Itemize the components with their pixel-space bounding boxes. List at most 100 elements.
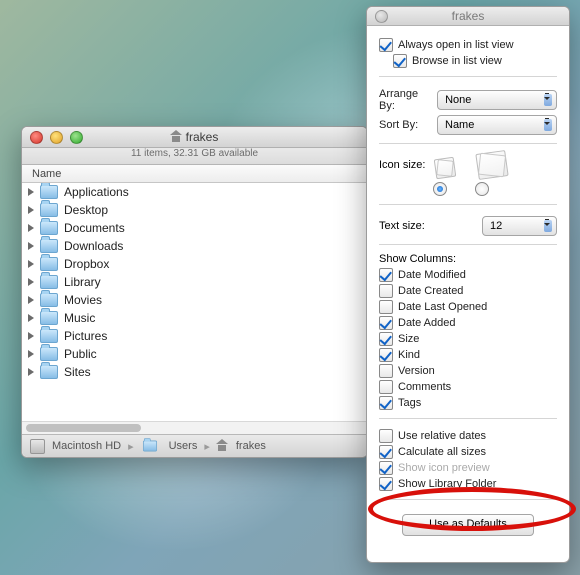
list-item[interactable]: Downloads: [22, 237, 367, 255]
disclosure-triangle-icon[interactable]: [28, 278, 34, 286]
column-tags-row[interactable]: Tags: [379, 396, 557, 410]
column-label: Date Modified: [398, 269, 466, 281]
checkbox-icon[interactable]: [379, 461, 393, 475]
folder-icon: [40, 203, 58, 217]
sort-by-popup[interactable]: Name: [437, 115, 557, 135]
checkbox-icon[interactable]: [379, 429, 393, 443]
relative-dates-row[interactable]: Use relative dates: [379, 429, 557, 443]
disclosure-triangle-icon[interactable]: [28, 314, 34, 322]
window-controls: [375, 10, 388, 23]
finder-status: 11 items, 32.31 GB available: [22, 148, 367, 165]
horizontal-scrollbar[interactable]: [22, 421, 367, 434]
path-bar[interactable]: Macintosh HD ▸ Users ▸ frakes: [22, 434, 367, 457]
item-label: Downloads: [64, 239, 123, 253]
folder-icon: [40, 311, 58, 325]
use-as-defaults-button[interactable]: Use as Defaults: [402, 514, 534, 536]
column-date-added-row[interactable]: Date Added: [379, 316, 557, 330]
checkbox-icon[interactable]: [393, 54, 407, 68]
show-icon-preview-row[interactable]: Show icon preview: [379, 461, 557, 475]
folder-icon: [40, 347, 58, 361]
disclosure-triangle-icon[interactable]: [28, 260, 34, 268]
folder-icon: [40, 221, 58, 235]
column-date-created-row[interactable]: Date Created: [379, 284, 557, 298]
list-item[interactable]: Library: [22, 273, 367, 291]
list-item[interactable]: Documents: [22, 219, 367, 237]
path-users[interactable]: Users: [169, 440, 198, 452]
show-columns-label: Show Columns:: [379, 253, 557, 265]
column-header-name[interactable]: Name: [22, 165, 367, 183]
checkbox-icon[interactable]: [379, 445, 393, 459]
item-label: Sites: [64, 365, 91, 379]
file-list: Applications Desktop Documents Downloads Dro…: [22, 183, 367, 421]
icon-size-large-radio[interactable]: [475, 182, 489, 196]
close-button[interactable]: [375, 10, 388, 23]
column-date-modified-row[interactable]: Date Modified: [379, 268, 557, 282]
item-label: Music: [64, 311, 95, 325]
list-item[interactable]: Music: [22, 309, 367, 327]
browse-row[interactable]: Browse in list view: [393, 54, 557, 68]
list-item[interactable]: Pictures: [22, 327, 367, 345]
scroll-thumb[interactable]: [26, 424, 141, 432]
finder-titlebar[interactable]: frakes: [22, 127, 367, 148]
icon-small-icon[interactable]: [435, 158, 455, 178]
text-size-popup[interactable]: 12: [482, 216, 557, 236]
inspector-title: frakes: [452, 9, 485, 23]
always-open-row[interactable]: Always open in list view: [379, 38, 557, 52]
disclosure-triangle-icon[interactable]: [28, 350, 34, 358]
checkbox-icon[interactable]: [379, 316, 393, 330]
list-item[interactable]: Applications: [22, 183, 367, 201]
checkbox-icon[interactable]: [379, 396, 393, 410]
item-label: Documents: [64, 221, 125, 235]
checkbox-icon[interactable]: [379, 380, 393, 394]
path-home[interactable]: frakes: [236, 440, 266, 452]
disclosure-triangle-icon[interactable]: [28, 332, 34, 340]
checkbox-icon[interactable]: [379, 364, 393, 378]
list-item[interactable]: Desktop: [22, 201, 367, 219]
column-date-last-opened-row[interactable]: Date Last Opened: [379, 300, 557, 314]
calculate-sizes-row[interactable]: Calculate all sizes: [379, 445, 557, 459]
checkbox-icon[interactable]: [379, 348, 393, 362]
disclosure-triangle-icon[interactable]: [28, 242, 34, 250]
disclosure-triangle-icon[interactable]: [28, 296, 34, 304]
checkbox-icon[interactable]: [379, 477, 393, 491]
checkbox-icon[interactable]: [379, 268, 393, 282]
zoom-button[interactable]: [70, 131, 83, 144]
column-label: Version: [398, 365, 435, 377]
list-item[interactable]: Dropbox: [22, 255, 367, 273]
list-item[interactable]: Public: [22, 345, 367, 363]
list-item[interactable]: Movies: [22, 291, 367, 309]
item-label: Applications: [64, 185, 129, 199]
icon-size-label: Icon size:: [379, 159, 425, 171]
column-comments-row[interactable]: Comments: [379, 380, 557, 394]
icon-large-icon[interactable]: [477, 152, 507, 178]
column-label: Date Created: [398, 285, 463, 297]
close-button[interactable]: [30, 131, 43, 144]
folder-icon: [40, 239, 58, 253]
finder-window: frakes 11 items, 32.31 GB available Name…: [21, 126, 368, 458]
arrange-by-popup[interactable]: None: [437, 90, 557, 110]
column-version-row[interactable]: Version: [379, 364, 557, 378]
list-item[interactable]: Sites: [22, 363, 367, 381]
item-label: Pictures: [64, 329, 107, 343]
path-hd[interactable]: Macintosh HD: [52, 440, 121, 452]
checkbox-icon[interactable]: [379, 38, 393, 52]
checkbox-icon[interactable]: [379, 332, 393, 346]
disclosure-triangle-icon[interactable]: [28, 206, 34, 214]
folder-icon: [40, 365, 58, 379]
column-label: Comments: [398, 381, 451, 393]
column-label: Date Added: [398, 317, 456, 329]
inspector-titlebar[interactable]: frakes: [367, 7, 569, 26]
show-library-folder-row[interactable]: Show Library Folder: [379, 477, 557, 491]
column-size-row[interactable]: Size: [379, 332, 557, 346]
checkbox-icon[interactable]: [379, 284, 393, 298]
icon-size-small-radio[interactable]: [433, 182, 447, 196]
disclosure-triangle-icon[interactable]: [28, 368, 34, 376]
disclosure-triangle-icon[interactable]: [28, 224, 34, 232]
disclosure-triangle-icon[interactable]: [28, 188, 34, 196]
finder-title: frakes: [186, 130, 219, 144]
checkbox-icon[interactable]: [379, 300, 393, 314]
folder-icon: [40, 293, 58, 307]
column-kind-row[interactable]: Kind: [379, 348, 557, 362]
folder-icon: [143, 441, 157, 452]
minimize-button[interactable]: [50, 131, 63, 144]
